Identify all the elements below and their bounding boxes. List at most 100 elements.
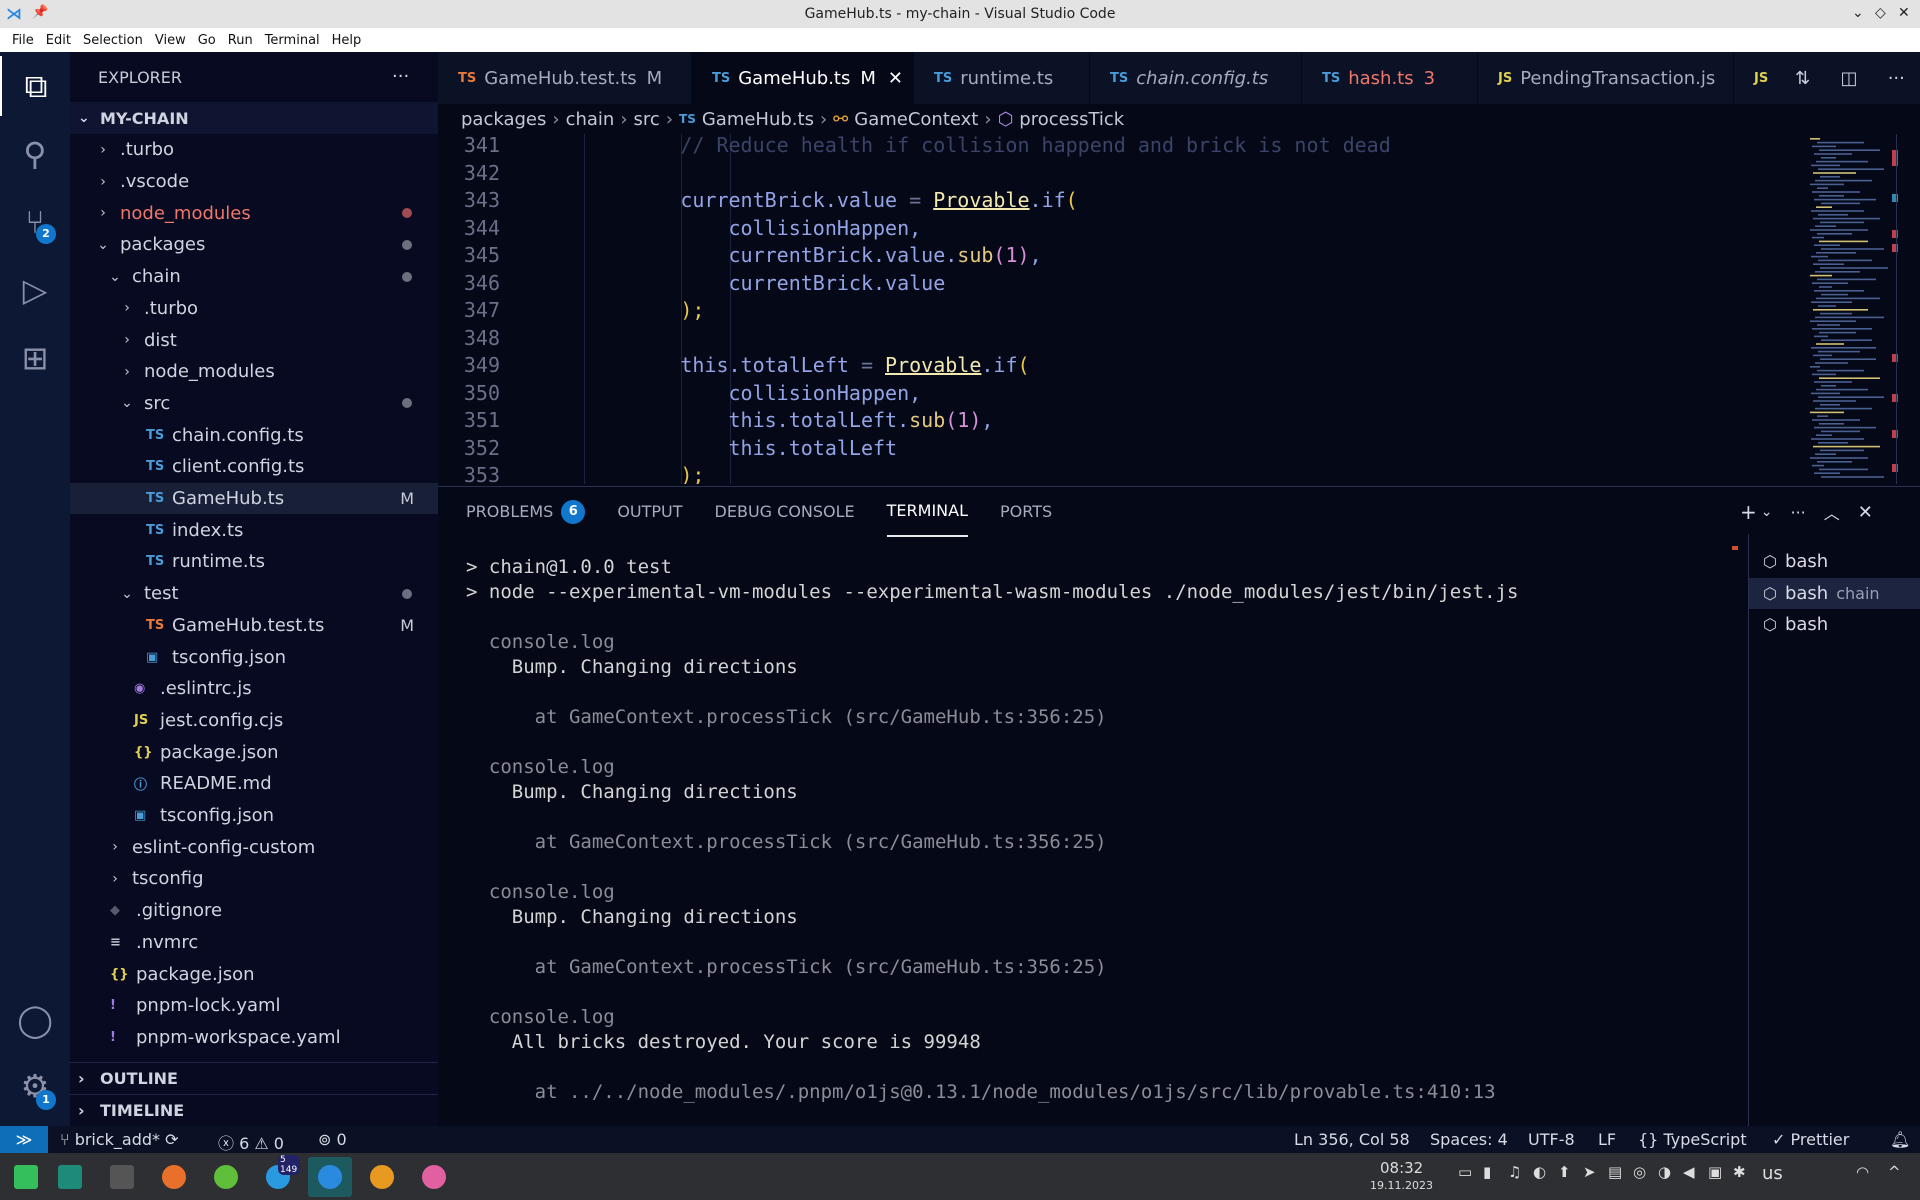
new-terminal-icon[interactable]: + — [1740, 500, 1757, 524]
folder-item[interactable]: › .turbo — [70, 293, 438, 325]
breadcrumb-item[interactable]: GameContext — [854, 109, 978, 130]
gear-icon[interactable]: ⚙ 1 — [0, 1056, 70, 1116]
language-mode[interactable]: {} TypeScript — [1638, 1130, 1747, 1149]
split-editor-icon[interactable]: ◫ — [1840, 68, 1857, 89]
explorer-more-button[interactable]: ··· — [392, 66, 409, 87]
folder-item[interactable]: ⌄ src — [70, 388, 438, 420]
notifications-icon[interactable]: 🔔︎ — [1890, 1130, 1910, 1149]
file-item[interactable]: ≡ .nvmrc — [70, 927, 438, 959]
file-item[interactable]: TS client.config.ts — [70, 451, 438, 483]
folder-item[interactable]: ⌄ chain — [70, 261, 438, 293]
file-item[interactable]: TS GameHub.test.ts M — [70, 610, 438, 642]
file-item[interactable]: {} package.json — [70, 958, 438, 990]
breadcrumb-item[interactable]: processTick — [1019, 109, 1124, 130]
menu-run[interactable]: Run — [222, 33, 259, 48]
encoding[interactable]: UTF-8 — [1528, 1130, 1575, 1149]
download-manager-icon[interactable] — [204, 1157, 248, 1197]
menu-go[interactable]: Go — [192, 33, 222, 48]
tab-GameHub.ts[interactable]: TS GameHub.ts M ✕ — [692, 52, 914, 104]
menu-selection[interactable]: Selection — [77, 33, 149, 48]
sublime-text-icon[interactable] — [360, 1157, 404, 1197]
minimize-button[interactable]: ⌄ — [1852, 5, 1864, 21]
folder-item[interactable]: › dist — [70, 324, 438, 356]
line-ending[interactable]: LF — [1598, 1130, 1616, 1149]
tray-icon[interactable]: ◀ — [1683, 1163, 1695, 1181]
keyboard-layout[interactable]: us — [1762, 1163, 1783, 1184]
folder-item[interactable]: ⌄ test — [70, 578, 438, 610]
compare-changes-icon[interactable]: ⇅ — [1795, 68, 1810, 89]
terminal-session[interactable]: ⬡ bash — [1749, 546, 1920, 577]
tray-icon[interactable]: ✱ — [1733, 1163, 1746, 1181]
run-debug-icon[interactable]: ▷ — [0, 260, 70, 320]
file-item[interactable]: ◆ .gitignore — [70, 895, 438, 927]
extensions-icon[interactable]: ⊞ — [0, 328, 70, 388]
folder-item[interactable]: › .turbo — [70, 134, 438, 166]
source-control-icon[interactable]: ⑂ 2 — [0, 192, 70, 252]
panel-tab-debug-console[interactable]: DEBUG CONSOLE — [715, 487, 855, 537]
file-item[interactable]: ◉ .eslintrc.js — [70, 673, 438, 705]
file-item[interactable]: ! pnpm-workspace.yaml — [70, 1022, 438, 1054]
outline-section[interactable]: › OUTLINE — [70, 1062, 438, 1094]
problems-status[interactable]: ⓧ 6 ⚠ 0 — [218, 1130, 284, 1154]
firefox-icon[interactable] — [152, 1157, 196, 1197]
file-item[interactable]: ! pnpm-lock.yaml — [70, 990, 438, 1022]
folder-item[interactable]: ⌄ packages — [70, 229, 438, 261]
more-icon[interactable]: ··· — [1791, 503, 1806, 522]
tray-icon[interactable]: ➤ — [1583, 1163, 1596, 1181]
app-icon[interactable] — [412, 1157, 456, 1197]
terminal-dropdown-icon[interactable]: ⌄ — [1761, 504, 1773, 520]
panel-tab-terminal[interactable]: TERMINAL — [886, 487, 969, 537]
minimap[interactable] — [1790, 134, 1900, 484]
tray-icon[interactable]: ▤ — [1608, 1163, 1622, 1181]
terminal-icon[interactable] — [100, 1157, 144, 1197]
editor-scrollbar[interactable] — [1896, 134, 1910, 484]
menu-view[interactable]: View — [149, 33, 192, 48]
menu-terminal[interactable]: Terminal — [259, 33, 326, 48]
file-item[interactable]: ▣ tsconfig.json — [70, 641, 438, 673]
maximize-button[interactable]: ◇ — [1875, 5, 1886, 21]
tray-icon[interactable]: ▮ — [1483, 1163, 1491, 1181]
tray-icon[interactable]: ⬆ — [1558, 1163, 1571, 1181]
file-manager-icon[interactable] — [48, 1157, 92, 1197]
ports-status[interactable]: ⊚ 0 — [318, 1130, 347, 1149]
close-tab-icon[interactable]: ✕ — [888, 68, 903, 89]
folder-item[interactable]: › tsconfig — [70, 863, 438, 895]
folder-item[interactable]: › node_modules — [70, 197, 438, 229]
manjaro-menu-icon[interactable] — [4, 1157, 48, 1197]
file-item[interactable]: ⓘ README.md — [70, 768, 438, 800]
timeline-section[interactable]: › TIMELINE — [70, 1094, 438, 1126]
tray-icon[interactable]: ◐ — [1533, 1163, 1546, 1181]
file-item[interactable]: TS GameHub.ts M — [70, 482, 438, 515]
tray-icon[interactable]: ♫ — [1508, 1163, 1521, 1181]
breadcrumb-item[interactable]: GameHub.ts — [702, 109, 814, 130]
cursor-position[interactable]: Ln 356, Col 58 — [1294, 1130, 1410, 1149]
more-actions-icon[interactable]: ··· — [1888, 68, 1905, 89]
vscode-icon[interactable] — [308, 1157, 352, 1197]
tab-chain.config.ts[interactable]: TS chain.config.ts — [1090, 52, 1302, 104]
breadcrumb-item[interactable]: packages — [461, 109, 546, 130]
menu-edit[interactable]: Edit — [40, 33, 77, 48]
explorer-icon[interactable]: ⧉ — [0, 56, 70, 116]
folder-item[interactable]: › .vscode — [70, 166, 438, 198]
terminal-session[interactable]: ⬡ bash — [1749, 609, 1920, 640]
workspace-root[interactable]: ⌄ MY-CHAIN — [70, 102, 438, 134]
tab-PendingTransaction.js[interactable]: JS PendingTransaction.js — [1478, 52, 1734, 104]
file-item[interactable]: TS index.ts — [70, 514, 438, 546]
search-icon[interactable]: ⚲ — [0, 124, 70, 184]
terminal-output[interactable]: > chain@1.0.0 test > node --experimental-… — [438, 540, 1744, 1126]
file-item[interactable]: ▣ tsconfig.json — [70, 800, 438, 832]
folder-item[interactable]: › eslint-config-custom — [70, 831, 438, 863]
menu-help[interactable]: Help — [326, 33, 368, 48]
code-editor[interactable]: 341 // Reduce health if collision happen… — [438, 134, 1778, 484]
tray-icon[interactable]: ◑ — [1658, 1163, 1671, 1181]
file-item[interactable]: {} package.json — [70, 736, 438, 768]
breadcrumb-item[interactable]: chain — [566, 109, 615, 130]
close-window-button[interactable]: ✕ — [1898, 5, 1910, 21]
telegram-icon[interactable]: 5 149 — [256, 1155, 300, 1197]
remote-icon[interactable]: ≫ — [0, 1126, 48, 1153]
close-panel-icon[interactable]: ✕ — [1858, 502, 1873, 523]
tray-icon[interactable]: ▭ — [1458, 1163, 1472, 1181]
folder-item[interactable]: › node_modules — [70, 356, 438, 388]
wifi-icon[interactable]: ◠ — [1856, 1163, 1869, 1181]
maximize-panel-icon[interactable]: ︿ — [1824, 500, 1840, 524]
